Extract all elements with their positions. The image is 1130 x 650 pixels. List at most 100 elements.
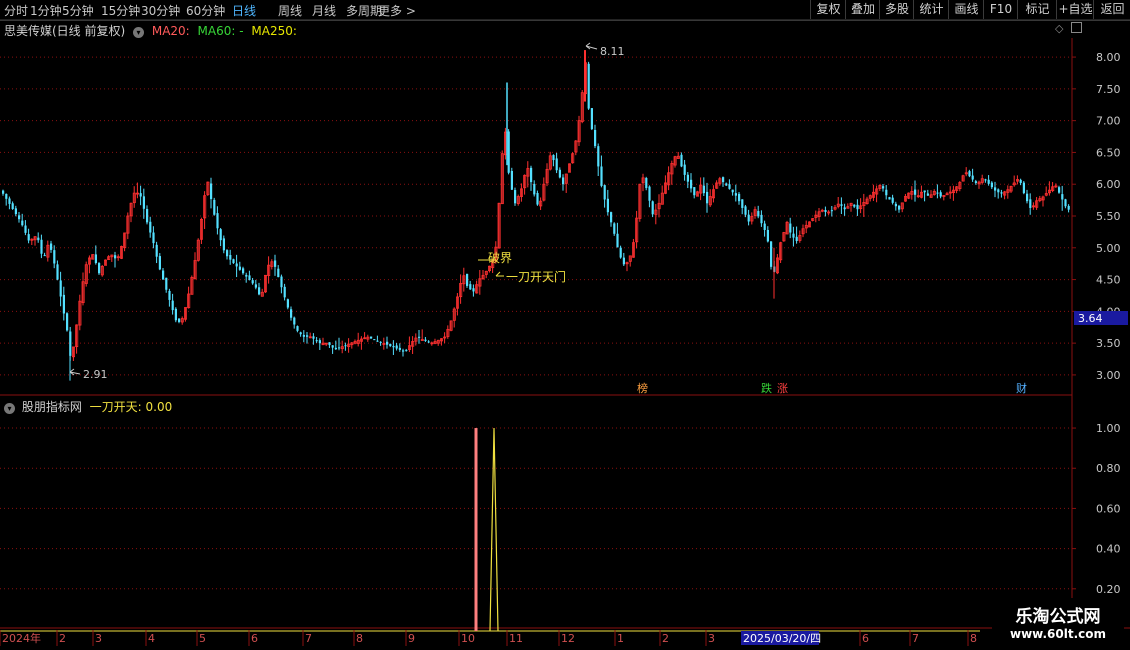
candle-body-764 [763,223,766,230]
candle-body-258 [258,287,261,295]
event-marker-zhang[interactable]: 涨 [777,382,788,395]
candle-body-344 [344,345,347,347]
month-label-8: 10 [461,632,475,645]
candle-body-210 [210,183,213,200]
sub-tick-label-4: 1.00 [1096,422,1121,435]
candle-body-335 [334,347,337,350]
candle-body-2 [2,190,5,194]
candle-body-389 [389,343,392,347]
candle-body-511 [510,170,513,190]
candle-body-8 [8,198,11,204]
candle-body-1068 [1067,205,1070,210]
price-tick-label-1: 3.50 [1096,337,1121,350]
candle-body-824 [824,209,827,212]
month-label-16: 8 [970,632,977,645]
candle-body-770 [770,241,773,267]
month-label-9: 11 [509,632,523,645]
candle-body-159 [158,256,161,270]
candle-body-402 [402,350,405,352]
candle-body-530 [530,167,533,183]
candle-body-28 [27,234,30,241]
month-label-1: 3 [95,632,102,645]
candle-body-428 [427,341,430,343]
event-marker-die[interactable]: 跌 [761,381,772,395]
candle-body-12 [11,203,14,210]
candle-body-376 [376,340,379,342]
price-tick-label-0: 3.00 [1096,369,1121,382]
candle-body-732 [731,189,734,193]
candle-body-15 [14,208,17,215]
candle-body-98 [98,263,101,274]
candle-body-613 [613,223,616,234]
candle-body-399 [398,347,401,350]
candle-body-236 [235,263,238,267]
candle-body-296 [296,326,299,331]
candle-body-287 [286,299,289,308]
candle-body-220 [219,229,222,241]
candle-body-607 [606,198,609,213]
candle-body-975 [974,181,977,183]
candle-body-370 [370,336,373,339]
candle-body-178 [178,318,181,322]
candle-body-373 [373,339,376,341]
candle-body-18 [18,215,21,220]
candle-body-140 [139,193,142,197]
candle-body-968 [968,171,971,177]
month-label-0: 2 [59,632,66,645]
candle-body-728 [728,184,731,189]
candle-body-792 [792,233,795,238]
candle-body-63 [62,294,65,314]
candle-body-1058 [1058,187,1061,193]
month-label-7: 9 [408,632,415,645]
candle-body-223 [222,238,225,251]
indicator-axis: 0.20 0.40 0.60 0.80 1.00 [1072,422,1121,596]
candle-body-620 [619,247,622,258]
chart-grid [0,19,1130,629]
candle-body-277 [277,268,280,278]
candle-body-744 [744,206,747,215]
candle-body-831 [830,210,833,212]
candle-body-597 [597,146,600,167]
candle-body-245 [245,274,248,277]
event-marker-cai[interactable]: 财 [1016,381,1027,395]
candle-body-680 [680,154,683,167]
candle-body-796 [795,236,798,242]
candle-body-645 [645,178,648,189]
cursor-date-label: 2025/03/20/四 [743,632,821,645]
candle-body-600 [600,166,603,186]
candle-body-556 [555,158,558,171]
candle-body-594 [594,129,597,147]
candle-body-984 [984,179,987,181]
candle-body-418 [418,336,421,338]
candle-body-280 [280,276,283,288]
candle-body-229 [229,255,232,260]
candle-body-722 [722,177,725,183]
candle-body-306 [306,335,309,337]
candle-body-895 [894,203,897,207]
candle-body-988 [987,179,990,184]
candle-body-226 [226,250,229,257]
candle-body-319 [318,340,321,344]
candle-body-44 [43,255,46,257]
sub-tick-label-3: 0.80 [1096,462,1121,475]
candle-body-172 [171,300,174,311]
candle-body-248 [248,275,251,280]
candle-body-303 [302,334,305,337]
price-tick-label-9: 7.50 [1096,83,1121,96]
price-axis: 3.003.504.004.505.005.506.006.507.007.50… [1072,51,1121,382]
price-tick-label-7: 6.50 [1096,146,1121,159]
candle-body-588 [587,63,590,109]
price-tick-label-3: 4.50 [1096,274,1121,287]
candle-body-143 [142,196,145,209]
candle-body-1020 [1019,179,1022,183]
candle-body-213 [213,199,216,215]
candle-body-252 [251,280,254,284]
event-marker-bang[interactable]: 榜 [637,381,648,395]
month-label-13: 3 [708,632,715,645]
candle-body-66 [66,313,69,331]
candle-body-162 [162,270,165,280]
kline-chart[interactable]: 3.003.504.004.505.005.506.006.507.007.50… [0,0,1130,650]
month-label-10: 12 [561,632,575,645]
candle-body-562 [562,177,565,185]
candle-body-37 [37,237,40,241]
